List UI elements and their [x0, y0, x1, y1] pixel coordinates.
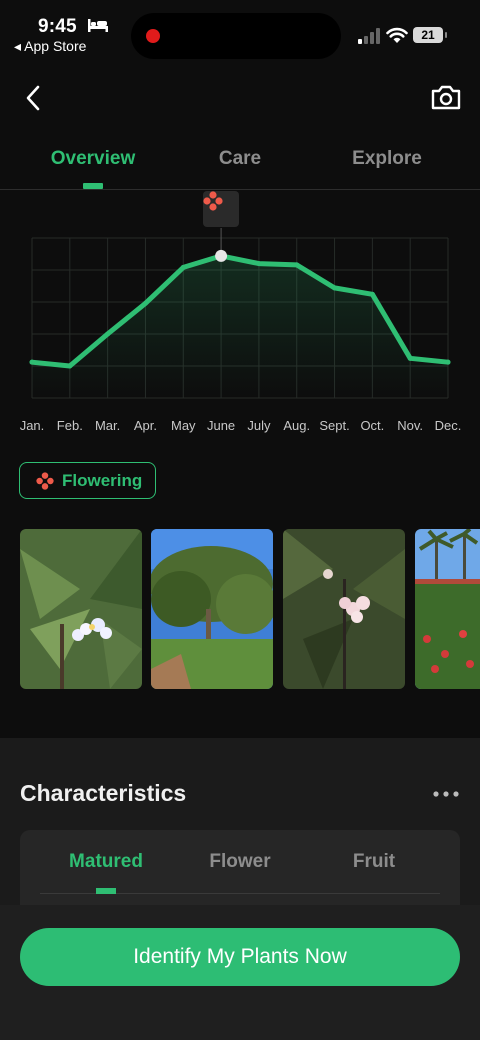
dynamic-island — [131, 13, 341, 59]
active-tab-indicator — [83, 183, 103, 189]
chart-point-2 — [105, 331, 111, 337]
month-tick-label: Dec. — [434, 418, 462, 433]
plant-photo-3[interactable] — [283, 529, 405, 689]
tab-explore[interactable]: Explore — [322, 148, 452, 170]
flower-icon — [203, 191, 223, 211]
camera-icon[interactable] — [430, 83, 462, 111]
battery-indicator: 21 — [413, 27, 447, 43]
chart-canvas — [29, 228, 451, 399]
flowering-season-chart: Jan. Feb. Mar. Apr. May June July Aug. Sept. Oct.… — [0, 190, 480, 440]
chart-point-1 — [67, 363, 73, 369]
chart-point-9 — [369, 291, 375, 297]
tab-matured[interactable]: Matured — [41, 851, 171, 873]
flower-icon — [36, 471, 54, 490]
tab-overview[interactable]: Overview — [28, 148, 158, 170]
chart-point-3 — [142, 300, 148, 306]
sleep-bed-icon — [88, 19, 108, 32]
peak-point — [215, 249, 228, 262]
main-tabs: Overview Care Explore — [0, 140, 480, 190]
plant-photo-4[interactable] — [415, 529, 480, 689]
status-bar: 9:45 ◂ App Store 21 — [0, 0, 480, 70]
identify-plants-button[interactable]: Identify My Plants Now — [20, 928, 460, 986]
chart-area-fill — [32, 255, 448, 398]
wifi-icon — [386, 27, 408, 43]
back-to-app-store-link[interactable]: ◂ App Store — [14, 38, 86, 55]
tab-fruit[interactable]: Fruit — [309, 851, 439, 873]
tab-care[interactable]: Care — [175, 148, 305, 170]
tab-flower[interactable]: Flower — [175, 851, 305, 873]
plant-photo-2[interactable] — [151, 529, 273, 689]
recording-dot-icon — [146, 29, 160, 43]
more-options-icon[interactable] — [432, 790, 460, 798]
chart-point-10 — [407, 355, 413, 361]
flowering-chip[interactable]: Flowering — [19, 462, 156, 499]
flowering-marker — [203, 191, 239, 227]
chart-point-7 — [294, 262, 300, 268]
chart-point-11 — [445, 359, 451, 365]
chart-point-4 — [180, 264, 186, 270]
bottom-action-bar: Identify My Plants Now — [0, 905, 480, 1040]
chart-point-6 — [256, 261, 262, 267]
chart-point-8 — [332, 285, 338, 291]
back-chevron-icon[interactable] — [20, 83, 48, 113]
plant-photo-1[interactable] — [20, 529, 142, 689]
characteristics-active-tab-indicator — [96, 888, 116, 894]
status-time: 9:45 — [38, 16, 77, 37]
chart-point-0 — [29, 359, 35, 365]
cellular-signal-icon — [358, 28, 380, 44]
flowering-chip-label: Flowering — [62, 470, 143, 490]
characteristics-title: Characteristics — [20, 780, 187, 806]
